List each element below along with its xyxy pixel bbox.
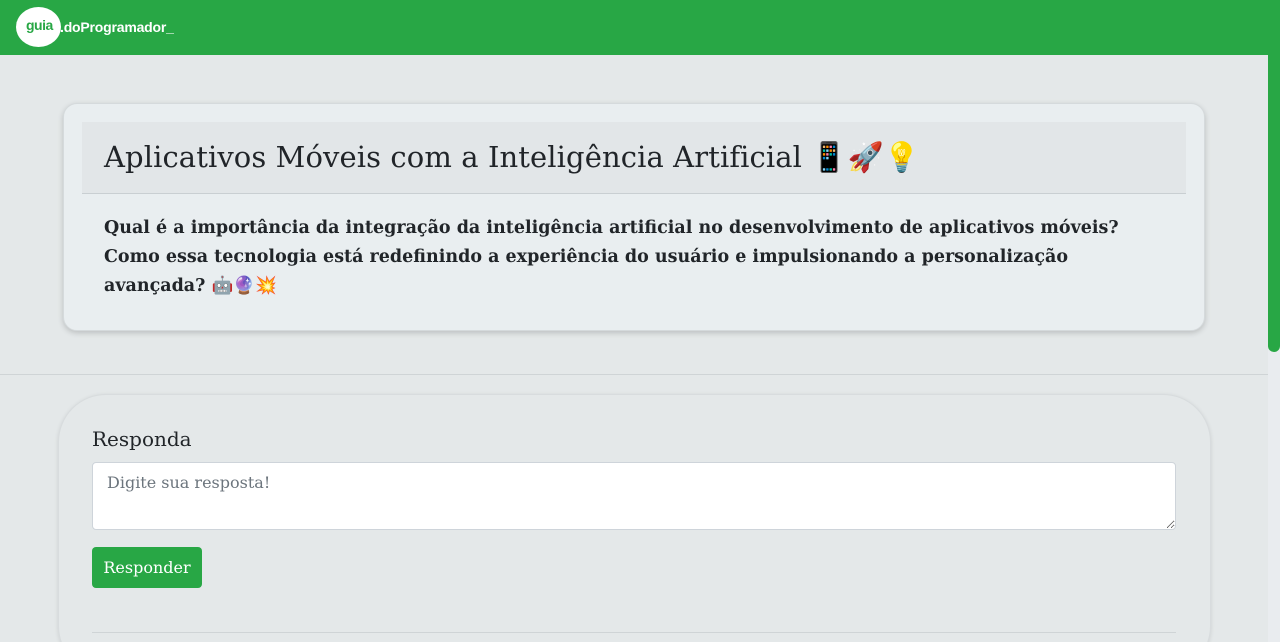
answer-label: Responda: [92, 427, 192, 451]
answer-divider: [92, 632, 1176, 633]
question-title: Aplicativos Móveis com a Inteligência Ar…: [104, 140, 920, 174]
logo-mark: guia: [26, 17, 53, 33]
answer-textarea[interactable]: [92, 462, 1176, 530]
logo-text: .doProgramador_: [60, 19, 174, 35]
scrollbar-thumb[interactable]: [1268, 0, 1280, 352]
top-navbar: > guia .doProgramador_: [0, 0, 1268, 55]
answer-card: Responda Responder: [58, 394, 1211, 642]
submit-answer-button[interactable]: Responder: [92, 547, 202, 588]
logo-badge: > guia: [16, 7, 61, 47]
question-body: Qual é a importância da integração da in…: [104, 218, 1119, 296]
question-card: Aplicativos Móveis com a Inteligência Ar…: [63, 103, 1205, 331]
logo-prefix: >: [16, 17, 25, 33]
section-divider: [0, 374, 1268, 375]
page-scrollbar[interactable]: [1268, 0, 1280, 642]
site-logo[interactable]: > guia .doProgramador_: [16, 7, 174, 47]
question-header: Aplicativos Móveis com a Inteligência Ar…: [82, 122, 1186, 194]
